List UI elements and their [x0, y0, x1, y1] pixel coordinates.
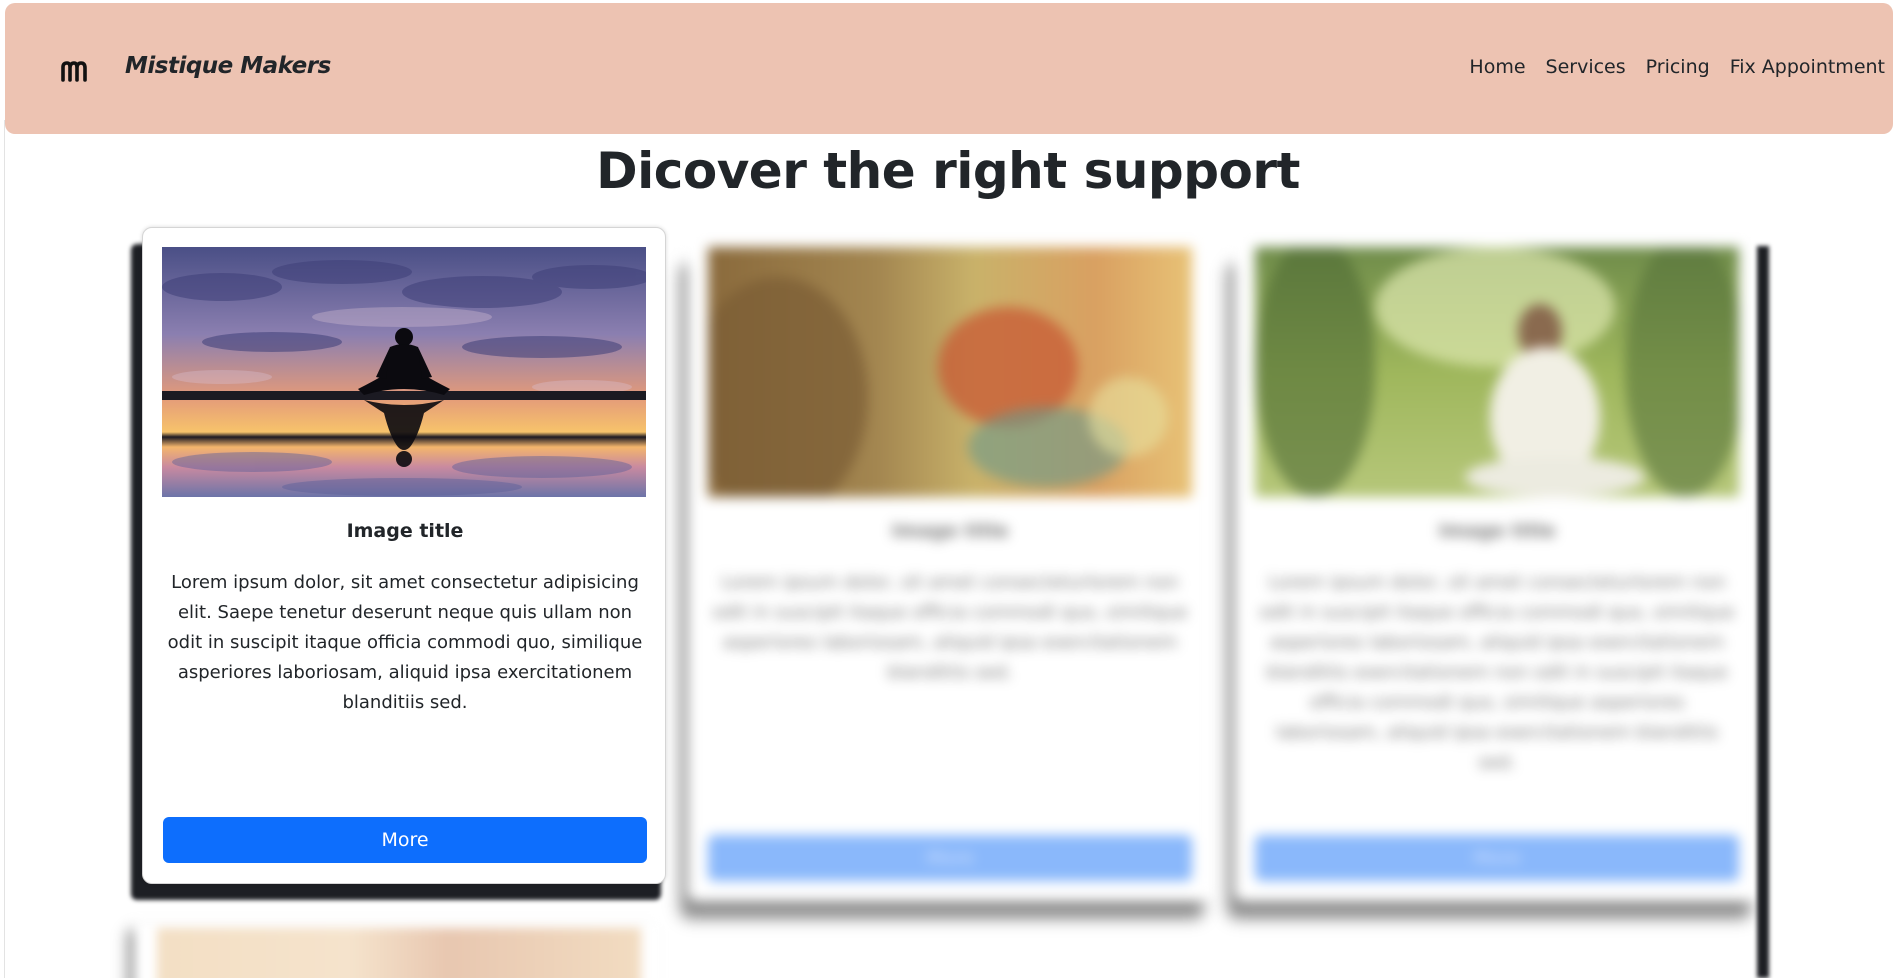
page-title: Dicover the right support [596, 142, 1300, 200]
buddha-image [708, 247, 1192, 497]
nav-link-services[interactable]: Services [1546, 56, 1626, 78]
more-button[interactable]: More [163, 817, 647, 863]
woman-meditating-image [1255, 247, 1739, 497]
nav-link-home[interactable]: Home [1469, 56, 1525, 78]
meditation-sunset-image [162, 247, 646, 497]
more-button[interactable]: More [1255, 835, 1739, 881]
brand-name[interactable]: Mistique Makers [125, 53, 331, 79]
card-title: Image title [346, 520, 464, 542]
card-text: Lorem ipsum dolor, sit amet consecteturl… [712, 572, 1188, 683]
service-card: Image title Lorem ipsum dolor, sit amet … [688, 245, 1212, 901]
nav-link-fix-appointment[interactable]: Fix Appointment [1730, 56, 1885, 78]
nav-links: Home Services Pricing Fix Appointment [1469, 56, 1885, 78]
card-shadow [1757, 246, 1769, 978]
page: Mistique Makers Home Services Pricing Fi… [0, 0, 1896, 978]
card-image [157, 928, 641, 978]
navbar: Mistique Makers Home Services Pricing Fi… [5, 3, 1893, 134]
card-text: Lorem ipsum dolor, sit amet consecteturl… [1259, 572, 1735, 773]
more-button[interactable]: More [708, 835, 1192, 881]
card-title: Image title [891, 520, 1009, 542]
card-text: Lorem ipsum dolor, sit amet consectetur … [167, 572, 643, 713]
service-card: Image title Lorem ipsum dolor, sit amet … [1235, 245, 1759, 901]
nav-link-pricing[interactable]: Pricing [1646, 56, 1710, 78]
service-card [135, 924, 659, 978]
service-card-focused: Image title Lorem ipsum dolor, sit amet … [142, 227, 666, 884]
card-title: Image title [1438, 520, 1556, 542]
page-edge-line [4, 120, 5, 978]
m-logo-icon[interactable] [61, 60, 89, 82]
